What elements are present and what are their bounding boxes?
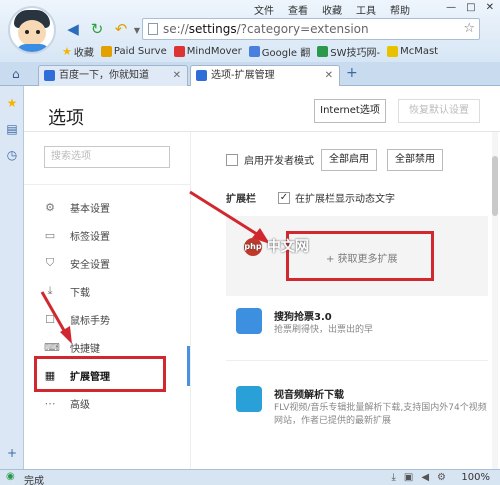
bookmark-icon: [100, 45, 112, 57]
bookmark-item[interactable]: Google 翻: [248, 44, 311, 59]
history-clock-icon[interactable]: ◷: [5, 148, 19, 162]
address-prefix: se://: [163, 22, 189, 36]
download-icon[interactable]: ⤓: [391, 472, 395, 483]
speaker-icon[interactable]: ◀: [421, 472, 429, 483]
address-suffix: /?category=extension: [236, 22, 369, 36]
refresh-icon[interactable]: ↻: [88, 20, 106, 38]
title-bar: 文件 查看 收藏 工具 帮助 — □ ✕ ◀ ↻ ↶ ▼ se://settin…: [0, 0, 500, 62]
minimize-icon[interactable]: —: [446, 2, 456, 13]
bookmark-item[interactable]: MindMover: [173, 45, 242, 57]
new-tab-icon[interactable]: +: [346, 65, 358, 81]
settings-page: 选项 Internet选项 恢复默认设置 搜索选项 ⚙ 基本设置 ▭ 标签设置 ⛉ 安…: [24, 86, 500, 469]
bookmark-item[interactable]: Paid Surve: [100, 45, 167, 57]
home-icon[interactable]: ⌂: [12, 67, 20, 81]
page-icon: [148, 23, 158, 35]
status-globe-icon: ◉: [6, 471, 15, 482]
bookmarks-bar: ★ 收藏 Paid Surve MindMover Google 翻 SW技巧网-…: [62, 42, 438, 60]
bookmark-item[interactable]: ★ 收藏: [62, 44, 94, 59]
annotation-arrows: [40, 190, 270, 344]
tab-bar: ⌂ 百度一下，你就知道 ✕ 选项-扩展管理 ✕ +: [0, 62, 500, 86]
menu-view[interactable]: 查看: [288, 2, 308, 17]
status-icons: ⤓ ▣ ◀ ⚙: [391, 472, 446, 483]
bookmark-item[interactable]: McMast: [387, 45, 439, 57]
close-icon[interactable]: ✕: [173, 66, 181, 85]
calculator-icon[interactable]: ▣: [404, 472, 413, 483]
php-logo: php: [244, 238, 262, 256]
reading-list-icon[interactable]: ▤: [5, 122, 19, 136]
zoom-level[interactable]: 100%: [461, 472, 490, 483]
bookmark-icon: [173, 45, 185, 57]
star-icon[interactable]: ☆: [463, 19, 475, 39]
bookmark-icon: [248, 45, 260, 57]
bookmark-icon: [317, 45, 329, 57]
watermark-text: 中文网: [266, 239, 309, 255]
star-icon: ★: [62, 44, 72, 58]
tab-label: 选项-扩展管理: [211, 70, 275, 81]
tab-baidu[interactable]: 百度一下，你就知道 ✕: [38, 65, 188, 86]
bookmark-icon: [387, 45, 399, 57]
close-icon[interactable]: ✕: [486, 2, 494, 13]
bookmark-label: McMast: [400, 45, 439, 57]
settings-icon[interactable]: ⚙: [437, 472, 446, 483]
bookmark-item[interactable]: SW技巧网-: [317, 44, 380, 59]
window-controls: — □ ✕: [446, 2, 494, 13]
address-host: settings: [188, 22, 237, 36]
maximize-icon[interactable]: □: [466, 2, 475, 13]
address-bar[interactable]: se://settings/?category=extension ☆: [142, 18, 480, 40]
bookmark-label: MindMover: [186, 45, 242, 57]
status-bar: ◉ 完成 ⤓ ▣ ◀ ⚙ 100%: [0, 469, 500, 485]
back-arrow-icon[interactable]: ◀: [64, 20, 82, 38]
menu-file[interactable]: 文件: [254, 2, 274, 17]
side-toolbar: ★ ▤ ◷ +: [0, 86, 24, 469]
add-icon[interactable]: +: [5, 446, 19, 460]
settings-page-icon: [196, 70, 207, 81]
menu-help[interactable]: 帮助: [390, 2, 410, 17]
bookmark-label: 收藏: [73, 47, 94, 59]
favorites-star-icon[interactable]: ★: [5, 96, 19, 110]
status-text: 完成: [24, 476, 44, 485]
user-avatar[interactable]: [8, 6, 56, 54]
bookmark-label: Google 翻: [261, 47, 311, 59]
close-icon[interactable]: ✕: [325, 66, 333, 85]
tab-extension-settings[interactable]: 选项-扩展管理 ✕: [190, 65, 340, 86]
menu-tools[interactable]: 工具: [356, 2, 376, 17]
menu-bar: 文件 查看 收藏 工具 帮助: [254, 2, 410, 17]
menu-favorites[interactable]: 收藏: [322, 2, 342, 17]
bookmark-label: Paid Surve: [113, 45, 167, 57]
tab-label: 百度一下，你就知道: [59, 70, 149, 81]
watermark: php 中文网: [244, 236, 309, 256]
bookmark-label: SW技巧网-: [330, 47, 381, 59]
baidu-icon: [44, 70, 55, 81]
